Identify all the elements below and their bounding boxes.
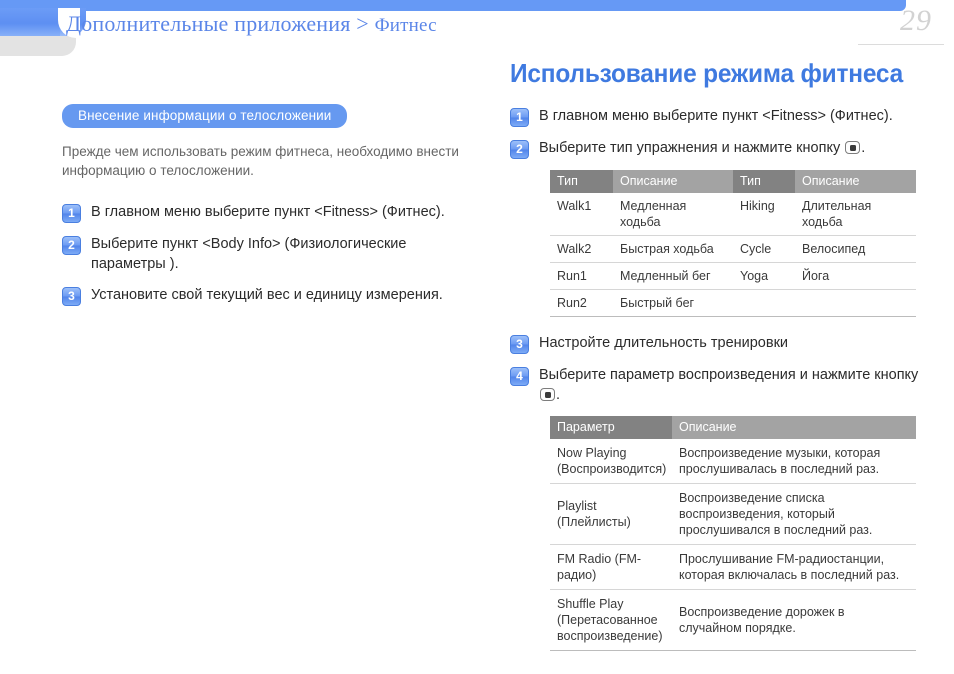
playback-parameters-table: Параметр Описание Now Playing (Воспроизв…	[550, 416, 916, 651]
cell-description: Прослушивание FM-радиостанции, которая в…	[672, 544, 916, 590]
list-item: 2 Выберите пункт <Body Info> (Физиологич…	[62, 234, 462, 274]
cell-description: Воспроизведение музыки, которая прослуши…	[672, 439, 916, 484]
step-text: Установите свой текущий вес и единицу из…	[91, 287, 443, 303]
table-header-row: Тип Описание Тип Описание	[550, 170, 916, 193]
step-text-before: Выберите тип упражнения и нажмите кнопку	[539, 140, 845, 156]
cell-type: Run1	[550, 262, 613, 290]
right-steps-list-2: 3 Настройте длительность тренировки 4 Вы…	[510, 333, 922, 405]
cell-description: Медленный бег	[613, 262, 733, 290]
page-number-rule	[858, 44, 944, 45]
section-badge: Внесение информации о телосложении	[62, 104, 348, 128]
step-text: Выберите пункт <Body Info> (Физиологичес…	[91, 236, 407, 272]
cell-empty	[795, 289, 916, 317]
list-item: 3 Настройте длительность тренировки	[510, 333, 922, 354]
step-number-badge: 3	[62, 287, 81, 306]
step-text: В главном меню выберите пункт <Fitness> …	[539, 108, 893, 124]
list-item: 3 Установите свой текущий вес и единицу …	[62, 285, 462, 306]
cell-parameter: Now Playing (Воспроизводится)	[550, 439, 672, 484]
step-text-after: .	[556, 387, 561, 403]
step-number-badge: 1	[510, 108, 529, 127]
left-steps-list: 1 В главном меню выберите пункт <Fitness…	[62, 202, 462, 306]
table-row: Walk2 Быстрая ходьба Cycle Велосипед	[550, 235, 916, 263]
cell-parameter: Shuffle Play (Перетасованное воспроизвед…	[550, 589, 672, 651]
column-header: Описание	[672, 416, 916, 439]
left-column: Внесение информации о телосложении Прежд…	[62, 104, 462, 317]
table-row: Run1 Медленный бег Yoga Йога	[550, 262, 916, 290]
page-title: Использование режима фитнеса	[510, 58, 904, 88]
step-number-badge: 2	[510, 140, 529, 159]
step-text: В главном меню выберите пункт <Fitness> …	[91, 204, 445, 220]
column-header: Описание	[613, 170, 733, 193]
cell-parameter: FM Radio (FM-радио)	[550, 544, 672, 590]
column-header: Описание	[795, 170, 916, 193]
cell-description: Йога	[795, 262, 916, 290]
step-number-badge: 1	[62, 204, 81, 223]
list-item: 4 Выберите параметр воспроизведения и на…	[510, 365, 922, 405]
column-header: Тип	[550, 170, 613, 193]
table-header-row: Параметр Описание	[550, 416, 916, 439]
right-steps-list: 1 В главном меню выберите пункт <Fitness…	[510, 106, 922, 159]
step-number-badge: 2	[62, 236, 81, 255]
step-text: Выберите тип упражнения и нажмите кнопку…	[539, 138, 865, 158]
cell-type: Hiking	[733, 193, 795, 236]
page-number: 29	[900, 4, 932, 37]
step-text-after: .	[861, 140, 866, 156]
cell-description: Воспроизведение дорожек в случайном поря…	[672, 589, 916, 651]
breadcrumb: Дополнительные приложения > Фитнес	[66, 11, 437, 37]
breadcrumb-separator: >	[356, 11, 369, 36]
list-item: 1 В главном меню выберите пункт <Fitness…	[510, 106, 922, 127]
header-tab-gray-block	[0, 36, 76, 56]
table-row: Run2 Быстрый бег	[550, 289, 916, 317]
table-row: FM Radio (FM-радио) Прослушивание FM-рад…	[550, 544, 916, 590]
column-header: Тип	[733, 170, 795, 193]
cell-type: Cycle	[733, 235, 795, 263]
breadcrumb-leaf: Фитнес	[374, 15, 437, 36]
cell-parameter: Playlist (Плейлисты)	[550, 483, 672, 545]
right-column: Использование режима фитнеса 1 В главном…	[510, 58, 922, 667]
table-row: Walk1 Медленная ходьба Hiking Длительная…	[550, 193, 916, 236]
cell-description: Медленная ходьба	[613, 193, 733, 236]
table-row: Shuffle Play (Перетасованное воспроизвед…	[550, 589, 916, 651]
cell-description: Длительная ходьба	[795, 193, 916, 236]
step-text: Настройте длительность тренировки	[539, 335, 789, 351]
cell-empty	[733, 289, 795, 317]
cell-description: Воспроизведение списка воспроизведения, …	[672, 483, 916, 545]
cell-type: Walk1	[550, 193, 613, 236]
cell-type: Yoga	[733, 262, 795, 290]
cell-type: Run2	[550, 289, 613, 317]
list-item: 1 В главном меню выберите пункт <Fitness…	[62, 202, 462, 223]
column-header: Параметр	[550, 416, 672, 439]
list-item: 2 Выберите тип упражнения и нажмите кноп…	[510, 138, 922, 159]
ok-button-icon	[845, 141, 861, 154]
step-text: Выберите параметр воспроизведения и нажм…	[539, 365, 922, 405]
header-top-bar	[0, 0, 906, 11]
table-row: Playlist (Плейлисты) Воспроизведение спи…	[550, 483, 916, 545]
cell-description: Быстрая ходьба	[613, 235, 733, 263]
cell-description: Велосипед	[795, 235, 916, 263]
exercise-types-table: Тип Описание Тип Описание Walk1 Медленна…	[550, 170, 916, 317]
breadcrumb-parent: Дополнительные приложения	[66, 11, 351, 36]
step-text-before: Выберите параметр воспроизведения и нажм…	[539, 367, 919, 383]
cell-description: Быстрый бег	[613, 289, 733, 317]
step-number-badge: 3	[510, 335, 529, 354]
intro-paragraph: Прежде чем использовать режим фитнеса, н…	[62, 144, 459, 178]
cell-type: Walk2	[550, 235, 613, 263]
step-number-badge: 4	[510, 367, 529, 386]
ok-button-icon	[540, 388, 555, 401]
table-row: Now Playing (Воспроизводится) Воспроизве…	[550, 439, 916, 484]
